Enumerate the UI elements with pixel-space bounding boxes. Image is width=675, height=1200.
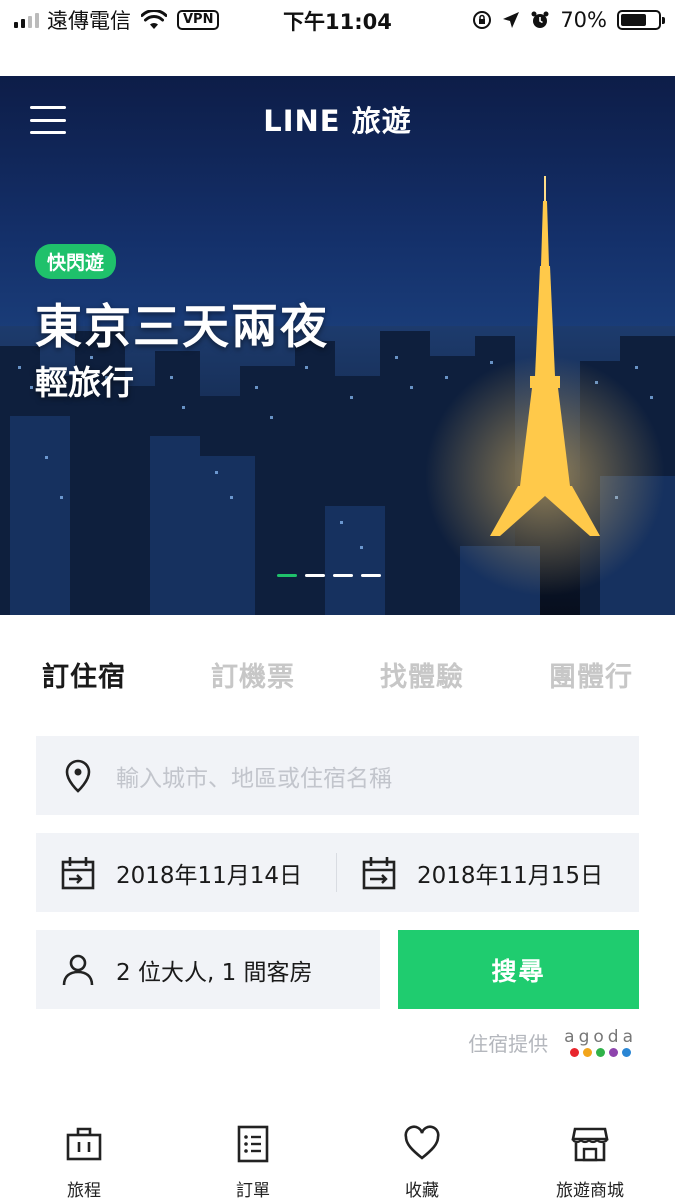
location-pin-icon xyxy=(65,759,91,793)
battery-icon xyxy=(617,10,665,30)
signal-icon xyxy=(14,12,39,28)
calendar-checkout-icon xyxy=(362,856,396,889)
hero-subtitle: 輕旅行 xyxy=(35,363,134,402)
guests-rooms-value: 2 位大人, 1 間客房 xyxy=(116,959,313,986)
tab-group-tours[interactable]: 團體行 xyxy=(549,655,633,694)
tab-flights[interactable]: 訂機票 xyxy=(211,655,295,694)
briefcase-icon xyxy=(66,1127,102,1161)
provider-label: 住宿提供 xyxy=(468,1032,549,1056)
agoda-dot xyxy=(570,1048,580,1057)
heart-icon xyxy=(404,1125,440,1160)
nav-travel-shop-label: 旅遊商城 xyxy=(556,1181,624,1200)
hero-title: 東京三天兩夜 xyxy=(35,300,329,355)
carousel-dot[interactable] xyxy=(333,574,353,577)
alarm-icon xyxy=(531,11,549,28)
app-logo: LINE 旅遊 xyxy=(263,104,412,138)
battery-level xyxy=(621,14,647,26)
carousel-indicator[interactable] xyxy=(277,574,381,577)
carrier-name: 遠傳電信 xyxy=(47,9,131,33)
vpn-badge: VPN xyxy=(177,10,220,30)
search-button[interactable]: 搜尋 xyxy=(398,930,639,1009)
guests-rooms-field[interactable]: 2 位大人, 1 間客房 xyxy=(36,930,380,1009)
carousel-dot[interactable] xyxy=(361,574,381,577)
list-icon xyxy=(237,1125,269,1163)
status-bar: 遠傳電信 VPN 下午11:04 70% xyxy=(0,0,675,40)
checkin-date: 2018年11月14日 xyxy=(116,862,303,889)
agoda-dot xyxy=(583,1048,593,1057)
shop-icon xyxy=(571,1127,609,1162)
hero-banner[interactable]: LINE 旅遊 快閃遊 東京三天兩夜 輕旅行 xyxy=(0,76,675,615)
agoda-dot xyxy=(622,1048,632,1057)
agoda-dot xyxy=(596,1048,606,1057)
battery-percent: 70% xyxy=(560,8,607,32)
carousel-dot[interactable] xyxy=(305,574,325,577)
person-icon xyxy=(62,954,94,985)
provider-credit: 住宿提供 agoda xyxy=(468,1028,637,1057)
agoda-dot xyxy=(609,1048,619,1057)
nav-favorites-label: 收藏 xyxy=(405,1181,439,1200)
bottom-nav: 旅程 訂單 收藏 旅遊商城 xyxy=(0,1110,675,1200)
calendar-checkin-icon xyxy=(61,856,95,889)
location-icon xyxy=(503,12,520,28)
promo-tag: 快閃遊 xyxy=(35,244,117,279)
checkin-date-field[interactable]: 2018年11月14日 xyxy=(36,833,302,912)
booking-tabs: 訂住宿 訂機票 找體驗 團體行 xyxy=(0,655,675,715)
nav-trips-label: 旅程 xyxy=(67,1181,101,1200)
agoda-wordmark: agoda xyxy=(564,1027,637,1047)
nav-orders[interactable]: 訂單 xyxy=(193,1110,313,1200)
agoda-dots xyxy=(570,1048,632,1057)
nav-favorites[interactable]: 收藏 xyxy=(362,1110,482,1200)
tab-experiences[interactable]: 找體驗 xyxy=(380,655,464,694)
rotation-lock-icon xyxy=(473,11,492,29)
nav-trips[interactable]: 旅程 xyxy=(24,1110,144,1200)
nav-orders-label: 訂單 xyxy=(236,1181,270,1200)
carousel-dot[interactable] xyxy=(277,574,297,577)
checkout-date: 2018年11月15日 xyxy=(417,862,604,889)
wifi-icon xyxy=(141,10,167,29)
destination-placeholder: 輸入城市、地區或住宿名稱 xyxy=(116,765,392,792)
tab-hotels[interactable]: 訂住宿 xyxy=(42,655,126,694)
checkout-date-field[interactable]: 2018年11月15日 xyxy=(337,833,603,912)
nav-travel-shop[interactable]: 旅遊商城 xyxy=(530,1110,650,1200)
destination-search-input[interactable]: 輸入城市、地區或住宿名稱 xyxy=(36,736,639,815)
date-range-field: 2018年11月14日 2018年11月15日 xyxy=(36,833,639,912)
agoda-logo: agoda xyxy=(564,1028,637,1057)
